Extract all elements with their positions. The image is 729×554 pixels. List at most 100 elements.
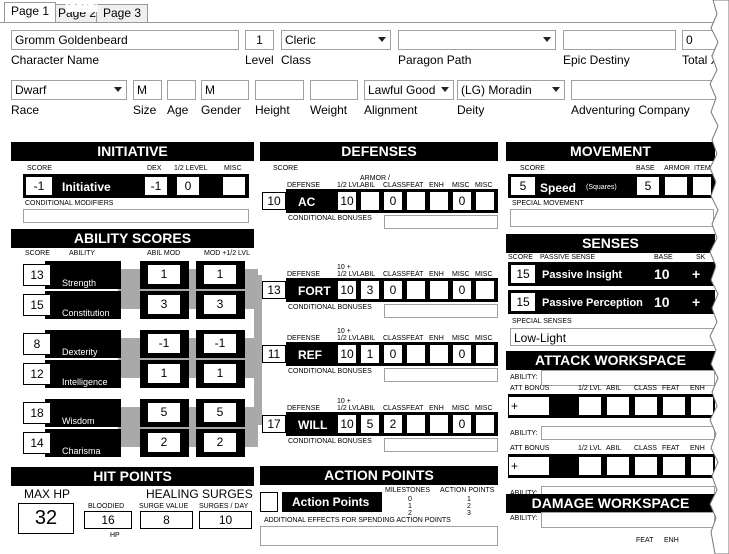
init-conditional-input[interactable] xyxy=(23,209,249,223)
height-input[interactable] xyxy=(255,80,304,100)
initiative-dex[interactable]: -1 xyxy=(144,176,168,196)
initiative-score[interactable]: -1 xyxy=(25,176,53,196)
special-movement-input[interactable] xyxy=(510,209,714,227)
defense-abil[interactable] xyxy=(360,191,380,211)
attack-component[interactable] xyxy=(634,456,658,476)
company-input[interactable] xyxy=(571,80,721,100)
ability-score[interactable]: 15 xyxy=(23,294,51,316)
attack-bonus[interactable]: + xyxy=(508,396,550,416)
defense-enh[interactable] xyxy=(429,414,449,434)
defense-misc[interactable]: 0 xyxy=(452,344,472,364)
defense-half[interactable]: 10 xyxy=(337,344,357,364)
gender-input[interactable]: M xyxy=(201,80,249,100)
defense-enh[interactable] xyxy=(429,344,449,364)
defense-abil[interactable]: 5 xyxy=(360,414,380,434)
ability-mod[interactable]: 3 xyxy=(147,294,181,315)
attack-bonus[interactable]: + xyxy=(508,456,550,476)
size-input[interactable]: M xyxy=(133,80,162,100)
speed-armor[interactable] xyxy=(664,176,688,196)
defense-misc2[interactable] xyxy=(475,414,495,434)
alignment-select[interactable]: Lawful Good xyxy=(364,80,454,100)
ap-effects-input[interactable] xyxy=(260,526,498,546)
passive-insight-score[interactable]: 15 xyxy=(510,264,536,284)
defense-half[interactable]: 10 xyxy=(337,280,357,300)
defense-feat[interactable] xyxy=(406,280,426,300)
attack-component[interactable] xyxy=(578,456,602,476)
attack-ability-input-2[interactable] xyxy=(541,426,715,440)
speed-base[interactable]: 5 xyxy=(636,176,660,196)
defense-feat[interactable] xyxy=(406,344,426,364)
character-name-input[interactable]: Gromm Goldenbeard xyxy=(11,30,239,50)
ability-modhalf[interactable]: 5 xyxy=(203,402,237,423)
defense-class[interactable]: 0 xyxy=(383,280,403,300)
ability-mod[interactable]: 1 xyxy=(147,264,181,285)
defense-class[interactable]: 0 xyxy=(383,191,403,211)
level-input[interactable]: 1 xyxy=(245,30,274,50)
passive-perception-score[interactable]: 15 xyxy=(510,292,536,312)
initiative-half-level[interactable]: 0 xyxy=(176,176,200,196)
ability-mod[interactable]: -1 xyxy=(147,333,181,354)
defense-score[interactable]: 13 xyxy=(262,281,286,299)
tab-page-3[interactable]: Page 3 xyxy=(96,4,149,22)
tab-page-1[interactable]: Page 1 xyxy=(4,2,57,22)
defense-misc[interactable]: 0 xyxy=(452,191,472,211)
ability-modhalf[interactable]: -1 xyxy=(203,333,237,354)
def-conditional-input[interactable] xyxy=(384,438,498,452)
defense-enh[interactable] xyxy=(429,280,449,300)
class-select[interactable]: Cleric xyxy=(281,30,391,50)
attack-component[interactable] xyxy=(578,396,602,416)
defense-enh[interactable] xyxy=(429,191,449,211)
age-input[interactable] xyxy=(167,80,196,100)
deity-select[interactable]: (LG) Moradin xyxy=(457,80,565,100)
def-conditional-input[interactable] xyxy=(384,215,498,229)
attack-component[interactable] xyxy=(634,396,658,416)
defense-feat[interactable] xyxy=(406,191,426,211)
defense-score[interactable]: 10 xyxy=(262,192,286,210)
surge-value[interactable]: 8 xyxy=(140,511,193,529)
defense-score[interactable]: 17 xyxy=(262,415,286,433)
ability-mod[interactable]: 2 xyxy=(147,432,181,453)
ability-modhalf[interactable]: 1 xyxy=(203,363,237,384)
def-conditional-input[interactable] xyxy=(384,304,498,318)
defense-misc2[interactable] xyxy=(475,344,495,364)
defense-misc[interactable]: 0 xyxy=(452,414,472,434)
attack-ability-input[interactable] xyxy=(541,370,715,386)
ability-modhalf[interactable]: 3 xyxy=(203,294,237,315)
ability-score[interactable]: 14 xyxy=(23,432,51,454)
defense-misc2[interactable] xyxy=(475,191,495,211)
attack-component[interactable] xyxy=(606,396,630,416)
bloodied-value[interactable]: 16 xyxy=(84,511,132,529)
ability-score[interactable]: 13 xyxy=(23,264,51,286)
weight-input[interactable] xyxy=(310,80,358,100)
defense-class[interactable]: 0 xyxy=(383,344,403,364)
special-senses-input[interactable]: Low-Light xyxy=(510,328,714,346)
speed-score[interactable]: 5 xyxy=(510,176,536,196)
surges-per-day-value[interactable]: 10 xyxy=(199,511,252,529)
paragon-path-select[interactable] xyxy=(398,30,556,50)
defense-half[interactable]: 10 xyxy=(337,191,357,211)
initiative-misc[interactable] xyxy=(222,176,246,196)
defense-misc[interactable]: 0 xyxy=(452,280,472,300)
ability-score[interactable]: 8 xyxy=(23,333,51,355)
epic-destiny-input[interactable] xyxy=(563,30,676,50)
defense-class[interactable]: 2 xyxy=(383,414,403,434)
race-select[interactable]: Dwarf xyxy=(11,80,127,100)
ability-mod[interactable]: 5 xyxy=(147,402,181,423)
ability-modhalf[interactable]: 1 xyxy=(203,264,237,285)
action-points-value[interactable] xyxy=(260,492,278,512)
defense-score[interactable]: 11 xyxy=(262,345,286,363)
attack-component[interactable] xyxy=(662,456,686,476)
defense-abil[interactable]: 3 xyxy=(360,280,380,300)
attack-component[interactable] xyxy=(606,456,630,476)
defense-half[interactable]: 10 xyxy=(337,414,357,434)
ability-score[interactable]: 18 xyxy=(23,402,51,424)
defense-abil[interactable]: 1 xyxy=(360,344,380,364)
defense-feat[interactable] xyxy=(406,414,426,434)
def-conditional-input[interactable] xyxy=(384,368,498,382)
defense-misc2[interactable] xyxy=(475,280,495,300)
attack-component[interactable] xyxy=(662,396,686,416)
damage-ability-input[interactable] xyxy=(541,512,715,528)
max-hp-value[interactable]: 32 xyxy=(18,503,74,534)
ability-modhalf[interactable]: 2 xyxy=(203,432,237,453)
ability-score[interactable]: 12 xyxy=(23,363,51,385)
